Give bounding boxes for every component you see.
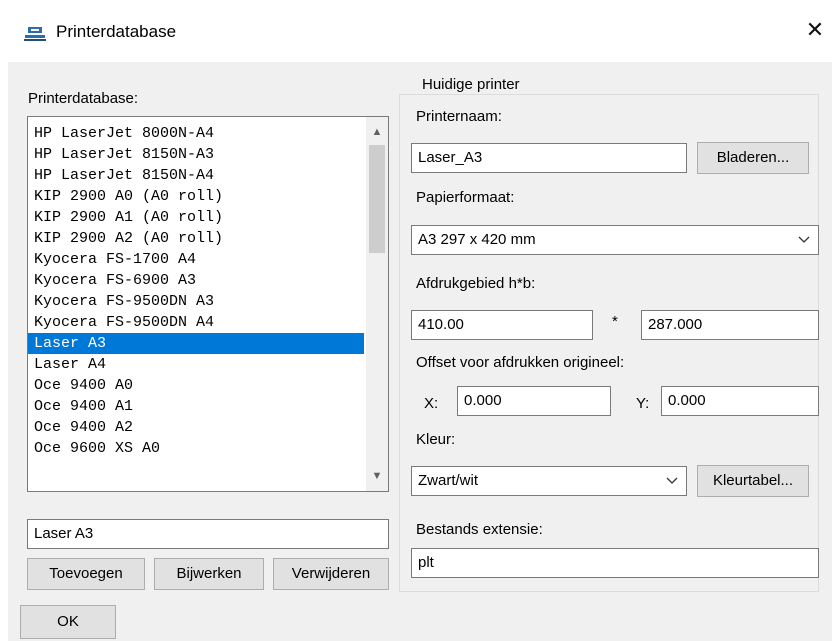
paper-size-select[interactable]: A3 297 x 420 mm bbox=[411, 225, 819, 255]
list-item[interactable]: KIP 2900 A1 (A0 roll) bbox=[28, 207, 364, 228]
list-item[interactable]: Kyocera FS-9500DN A4 bbox=[28, 312, 364, 333]
print-area-label: Afdrukgebied h*b: bbox=[416, 275, 536, 292]
add-button[interactable]: Toevoegen bbox=[27, 558, 145, 590]
delete-button[interactable]: Verwijderen bbox=[273, 558, 389, 590]
browse-button[interactable]: Bladeren... bbox=[697, 142, 809, 174]
printer-app-icon bbox=[24, 27, 46, 41]
print-area-height-field[interactable]: 410.00 bbox=[411, 310, 593, 340]
print-area-separator: * bbox=[612, 313, 618, 330]
printer-list[interactable]: HP LaserJet 8000N-A4 HP LaserJet 8150N-A3… bbox=[27, 116, 389, 492]
list-item[interactable]: Oce 9400 A2 bbox=[28, 417, 364, 438]
printer-list-items: HP LaserJet 8000N-A4 HP LaserJet 8150N-A3… bbox=[28, 123, 364, 459]
scroll-up-icon[interactable]: ▲ bbox=[366, 121, 388, 143]
printer-name-label: Printernaam: bbox=[416, 108, 502, 125]
paper-size-value: A3 297 x 420 mm bbox=[418, 231, 536, 248]
ok-button[interactable]: OK bbox=[20, 605, 116, 639]
list-item[interactable]: Laser A3 bbox=[28, 333, 364, 354]
group-title: Huidige printer bbox=[416, 76, 526, 93]
color-select[interactable]: Zwart/wit bbox=[411, 466, 687, 496]
list-item[interactable]: Kyocera FS-1700 A4 bbox=[28, 249, 364, 270]
list-item[interactable]: Laser A4 bbox=[28, 354, 364, 375]
scroll-down-icon[interactable]: ▼ bbox=[366, 465, 388, 487]
offset-label: Offset voor afdrukken origineel: bbox=[416, 354, 625, 371]
color-value: Zwart/wit bbox=[418, 472, 478, 489]
update-button[interactable]: Bijwerken bbox=[154, 558, 264, 590]
file-extension-label: Bestands extensie: bbox=[416, 521, 543, 538]
offset-x-field[interactable]: 0.000 bbox=[457, 386, 611, 416]
offset-x-label: X: bbox=[424, 395, 439, 412]
window-title: Printerdatabase bbox=[56, 22, 177, 41]
scroll-thumb[interactable] bbox=[369, 145, 385, 253]
color-table-button[interactable]: Kleurtabel... bbox=[697, 465, 809, 497]
list-item[interactable]: Kyocera FS-6900 A3 bbox=[28, 270, 364, 291]
paper-size-label: Papierformaat: bbox=[416, 189, 515, 206]
list-item[interactable]: HP LaserJet 8150N-A4 bbox=[28, 165, 364, 186]
list-item[interactable]: Oce 9400 A1 bbox=[28, 396, 364, 417]
list-item[interactable]: Oce 9400 A0 bbox=[28, 375, 364, 396]
chevron-down-icon bbox=[666, 477, 678, 484]
list-item[interactable]: HP LaserJet 8000N-A4 bbox=[28, 123, 364, 144]
printer-name-field[interactable]: Laser_A3 bbox=[411, 143, 687, 173]
color-label: Kleur: bbox=[416, 431, 456, 448]
list-item[interactable]: KIP 2900 A2 (A0 roll) bbox=[28, 228, 364, 249]
offset-y-label: Y: bbox=[636, 395, 650, 412]
offset-y-field[interactable]: 0.000 bbox=[661, 386, 819, 416]
list-item[interactable]: KIP 2900 A0 (A0 roll) bbox=[28, 186, 364, 207]
print-area-width-field[interactable]: 287.000 bbox=[641, 310, 819, 340]
chevron-down-icon bbox=[798, 236, 810, 243]
list-item[interactable]: HP LaserJet 8150N-A3 bbox=[28, 144, 364, 165]
printer-database-label: Printerdatabase: bbox=[28, 90, 139, 107]
list-item[interactable]: Kyocera FS-9500DN A3 bbox=[28, 291, 364, 312]
list-scrollbar[interactable]: ▲ ▼ bbox=[366, 117, 388, 491]
file-extension-field[interactable]: plt bbox=[411, 548, 819, 578]
close-icon[interactable]: ✕ bbox=[804, 18, 826, 42]
printer-name-edit[interactable]: Laser A3 bbox=[27, 519, 389, 549]
list-item[interactable]: Oce 9600 XS A0 bbox=[28, 438, 364, 459]
